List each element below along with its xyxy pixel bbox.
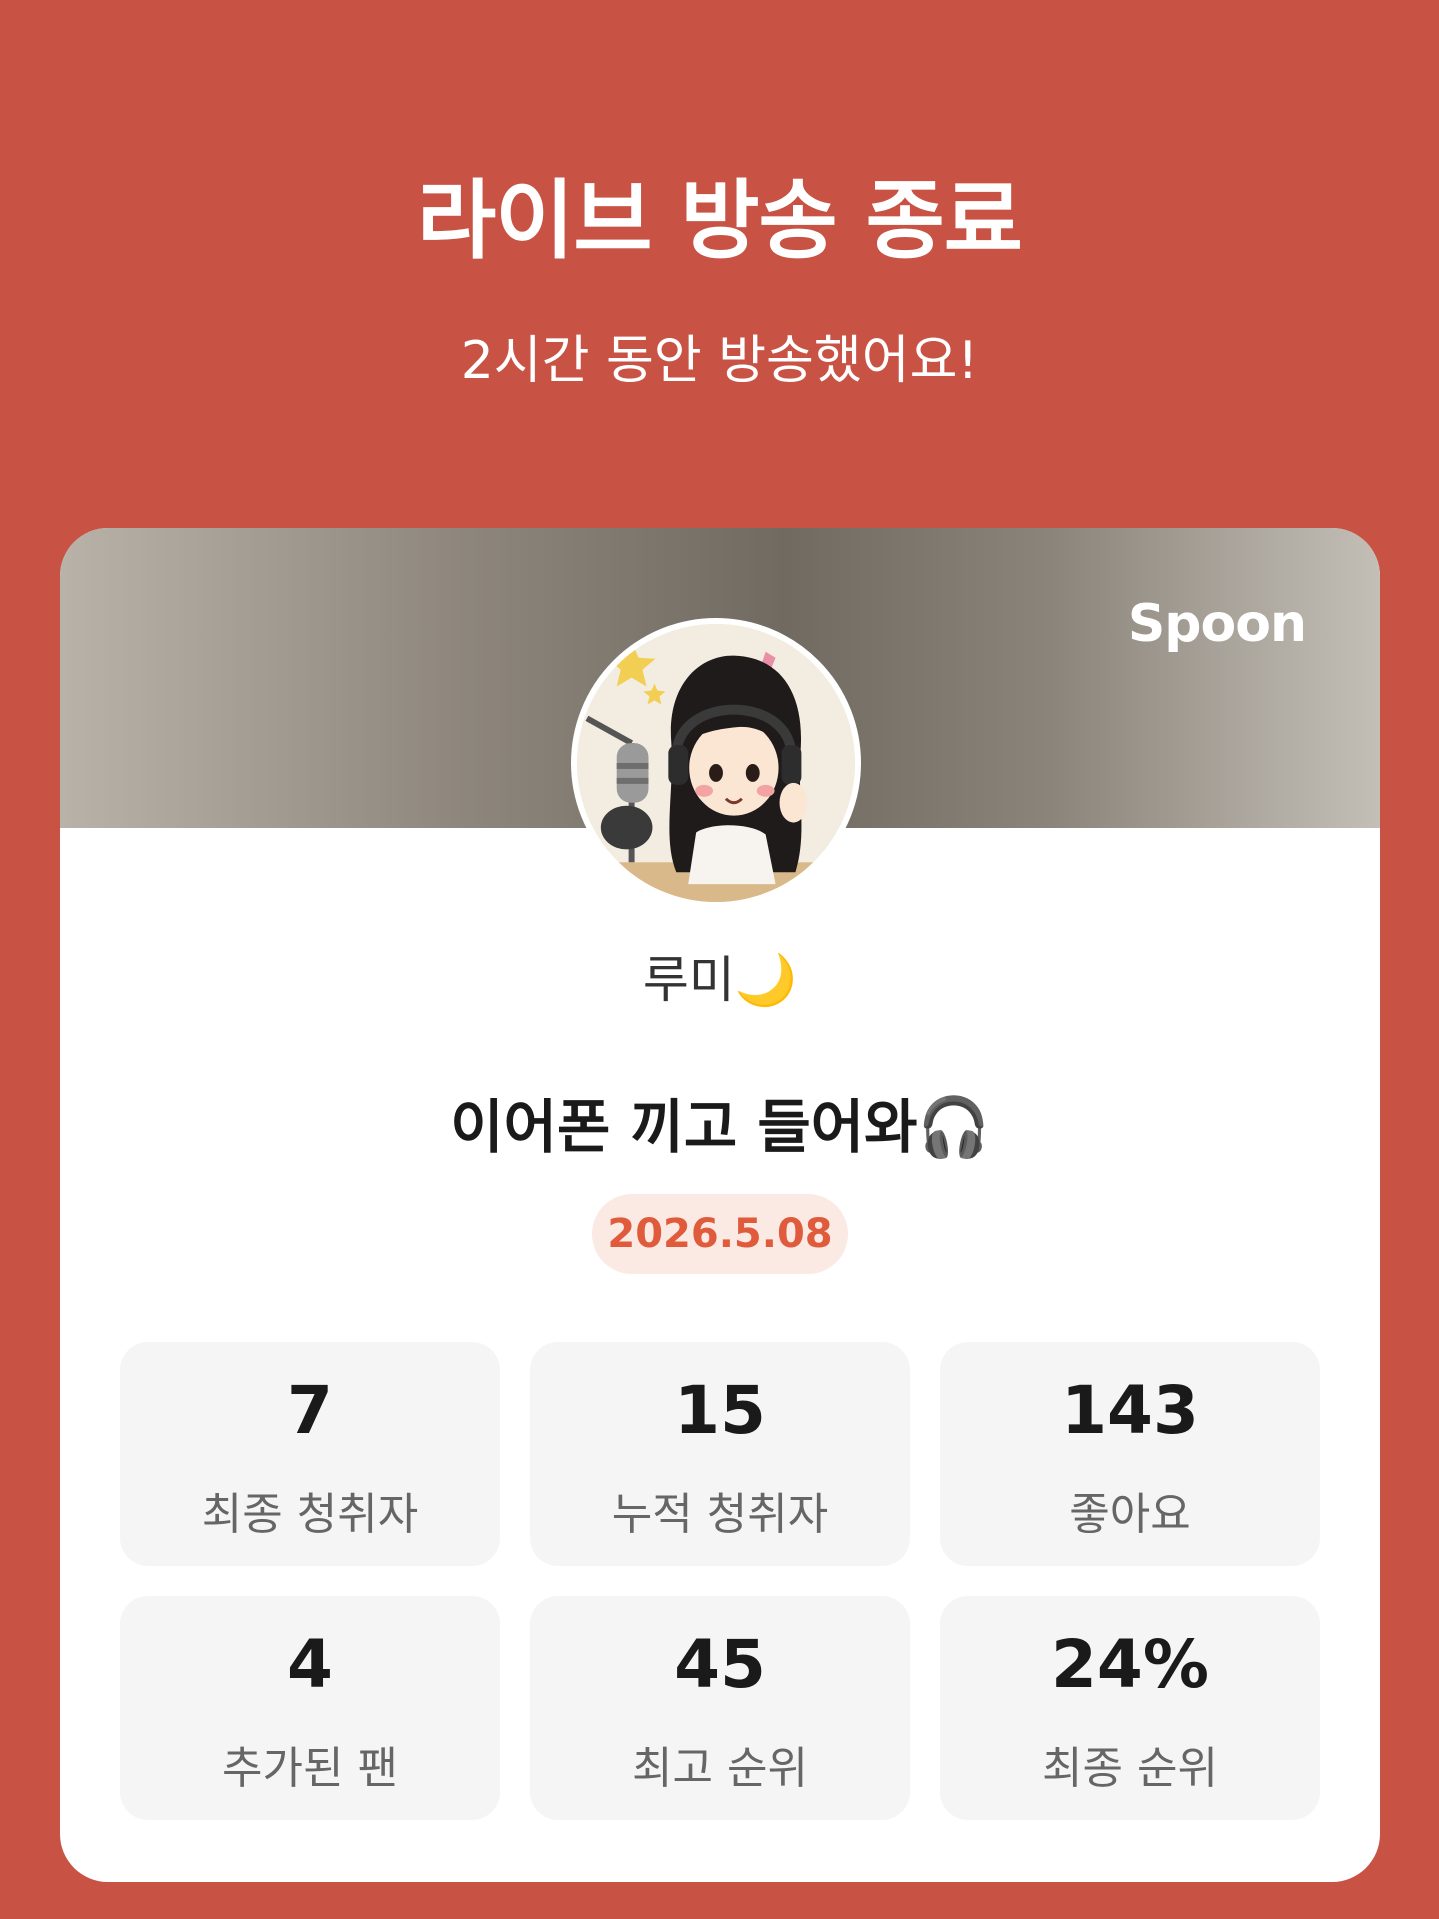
broadcast-summary-card: Spoon 루미🌙 이어폰 끼고 들어와🎧 2026.5.08 7 최종 청취자… (60, 528, 1380, 1882)
stat-value: 15 (674, 1372, 766, 1449)
stat-label: 최종 청취자 (201, 1489, 419, 1540)
stat-final-listeners: 7 최종 청취자 (120, 1342, 500, 1566)
stat-value: 143 (1061, 1372, 1199, 1449)
stat-label: 최종 순위 (1042, 1743, 1218, 1794)
page-subtitle: 2시간 동안 방송했어요! (460, 331, 979, 391)
stat-value: 45 (674, 1626, 766, 1703)
stat-label: 좋아요 (1069, 1489, 1191, 1540)
date-badge: 2026.5.08 (592, 1194, 848, 1274)
stat-label: 최고 순위 (632, 1743, 808, 1794)
stat-likes: 143 좋아요 (940, 1342, 1320, 1566)
page-title: 라이브 방송 종료 (417, 171, 1023, 271)
stat-label: 누적 청취자 (611, 1489, 829, 1540)
stat-best-rank: 45 최고 순위 (530, 1596, 910, 1820)
stat-label: 추가된 팬 (222, 1743, 398, 1794)
stat-total-listeners: 15 누적 청취자 (530, 1342, 910, 1566)
spoon-logo: Spoon (1127, 594, 1307, 654)
stat-new-fans: 4 추가된 팬 (120, 1596, 500, 1820)
stat-value: 4 (287, 1626, 333, 1703)
avatar-illustration (577, 624, 855, 902)
stat-final-rank: 24% 최종 순위 (940, 1596, 1320, 1820)
avatar[interactable] (571, 618, 861, 908)
stat-value: 24% (1051, 1626, 1209, 1703)
stream-title: 이어폰 끼고 들어와🎧 (450, 1093, 990, 1161)
stat-value: 7 (287, 1372, 333, 1449)
streamer-name: 루미🌙 (642, 951, 798, 1009)
